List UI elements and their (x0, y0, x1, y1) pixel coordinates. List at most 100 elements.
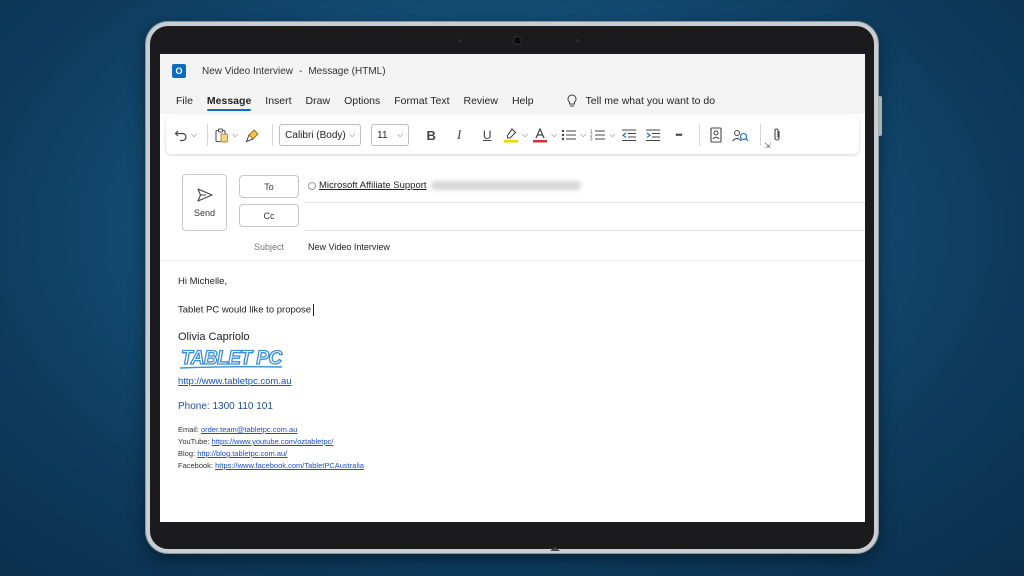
menu-options[interactable]: Options (344, 91, 380, 111)
window-title: New Video Interview (202, 65, 293, 77)
cc-field-underline (305, 230, 865, 231)
facebook-label: Facebook: (178, 461, 214, 470)
more-options-button[interactable]: ••• (667, 123, 689, 147)
check-names-icon (732, 130, 749, 142)
numbering-button[interactable]: 123 ⌵ (590, 123, 615, 147)
font-name-dropdown[interactable]: Calibri (Body) ⌵ (279, 124, 362, 146)
signature-name: Olivia Capriolo (178, 331, 250, 343)
tablet-frame: O New Video Interview - Message (HTML) F… (146, 22, 882, 553)
blog-label: Blog: (178, 449, 196, 458)
title-bar: O New Video Interview - Message (HTML) (160, 54, 865, 88)
bullet-list-icon (562, 129, 577, 141)
email-label: Email: (178, 425, 199, 434)
email-line: Email: order.team@tabletpc.com.au (178, 425, 297, 434)
subject-field[interactable]: New Video Interview (308, 242, 390, 252)
facebook-link[interactable]: https://www.facebook.com/TabletPCAustral… (215, 461, 364, 470)
decrease-indent-icon (622, 129, 637, 141)
youtube-link[interactable]: https://www.youtube.com/oztabletpc/ (212, 437, 334, 446)
send-label: Send (193, 207, 216, 218)
ribbon-toolbar: ⌵ ⌵ Calibri (Body) ⌵ 11 ⌵ B I U ⌵ ⌵ ⌵ 1 … (166, 116, 859, 154)
menu-message[interactable]: Message (206, 91, 252, 111)
menu-help[interactable]: Help (512, 91, 534, 111)
underline-button[interactable]: U (475, 123, 499, 147)
menu-draw[interactable]: Draw (306, 91, 331, 111)
to-field[interactable]: Microsoft Affiliate Support (308, 180, 581, 191)
youtube-line: YouTube: https://www.youtube.com/oztable… (178, 437, 333, 446)
subject-label: Subject (254, 242, 285, 252)
increase-indent-button[interactable] (643, 123, 663, 147)
recipient-name[interactable]: Microsoft Affiliate Support (319, 180, 427, 191)
menu-review[interactable]: Review (464, 91, 498, 111)
address-book-button[interactable] (706, 123, 726, 147)
paperclip-icon (774, 128, 781, 141)
chevron-down-icon[interactable]: ⌵ (551, 130, 557, 140)
email-link[interactable]: order.team@tabletpc.com.au (201, 425, 297, 434)
chevron-down-icon[interactable]: ⌵ (232, 130, 238, 140)
blog-link[interactable]: http://blog.tabletpc.com.au/ (197, 449, 287, 458)
chevron-down-icon[interactable]: ⌵ (580, 130, 586, 140)
home-indicator (550, 547, 560, 551)
decrease-indent-button[interactable] (619, 123, 639, 147)
svg-text:3: 3 (590, 137, 593, 142)
font-color-icon (533, 127, 548, 143)
dialog-launcher-icon[interactable]: ⇲ (764, 141, 771, 150)
numbered-list-icon: 123 (590, 129, 606, 142)
greeting-text: Hi Michelle, (178, 276, 228, 287)
menu-insert[interactable]: Insert (265, 91, 291, 111)
font-size-value: 11 (377, 129, 388, 141)
menu-format-text[interactable]: Format Text (394, 91, 449, 111)
font-size-dropdown[interactable]: 11 ⌵ (371, 124, 410, 146)
website-link[interactable]: http://www.tabletpc.com.au (178, 376, 292, 387)
tell-me-label: Tell me what you want to do (585, 95, 716, 107)
chevron-down-icon: ⌵ (397, 130, 404, 139)
send-button[interactable]: Send (182, 174, 227, 231)
undo-icon (174, 130, 187, 142)
font-name-value: Calibri (Body) (285, 129, 346, 141)
blog-line: Blog: http://blog.tabletpc.com.au/ (178, 449, 287, 458)
side-button (878, 96, 882, 136)
divider (207, 124, 209, 146)
body-line-1: Tablet PC would like to propose (178, 304, 315, 316)
divider (760, 124, 762, 146)
title-separator: - (298, 65, 303, 77)
chevron-down-icon[interactable]: ⌵ (522, 130, 528, 140)
tell-me-search[interactable]: Tell me what you want to do (566, 94, 716, 108)
text-cursor (313, 304, 315, 316)
chevron-down-icon[interactable]: ⌵ (191, 130, 197, 140)
tablet-pc-logo: TABLET PC (179, 347, 284, 370)
cc-button[interactable]: Cc (239, 204, 299, 227)
redacted-email (430, 181, 581, 190)
menu-file[interactable]: File (176, 91, 193, 111)
cc-field[interactable] (305, 206, 865, 229)
chevron-down-icon: ⌵ (349, 130, 356, 139)
increase-indent-icon (646, 129, 661, 141)
undo-button[interactable]: ⌵ (174, 123, 197, 147)
highlight-button[interactable]: ⌵ (503, 123, 528, 147)
font-color-button[interactable]: ⌵ (532, 123, 557, 147)
logo-text: TABLET PC (181, 348, 282, 369)
window-subtitle: Message (HTML) (308, 65, 386, 77)
youtube-label: YouTube: (178, 437, 210, 446)
camera (513, 36, 522, 45)
compose-area: Send To Cc Microsoft Affiliate Support S… (160, 164, 865, 522)
check-names-button[interactable] (730, 123, 750, 147)
clipboard-icon (215, 128, 229, 142)
paste-button[interactable]: ⌵ (214, 123, 238, 147)
outlook-logo-icon: O (172, 64, 186, 78)
send-icon (196, 187, 213, 202)
body-line-1-text: Tablet PC would like to propose (178, 304, 312, 316)
to-button[interactable]: To (239, 175, 299, 198)
subject-underline (160, 260, 865, 261)
bold-button[interactable]: B (419, 123, 443, 147)
to-field-underline (305, 202, 865, 203)
phone-text: Phone: 1300 110 101 (178, 401, 273, 412)
sensor (576, 39, 580, 43)
bullets-button[interactable]: ⌵ (561, 123, 586, 147)
highlighter-icon (504, 128, 519, 143)
chevron-down-icon[interactable]: ⌵ (609, 130, 615, 140)
divider (699, 124, 701, 146)
address-book-icon (710, 127, 723, 143)
italic-button[interactable]: I (447, 123, 471, 147)
to-label: To (264, 181, 274, 192)
format-painter-button[interactable] (242, 123, 262, 147)
